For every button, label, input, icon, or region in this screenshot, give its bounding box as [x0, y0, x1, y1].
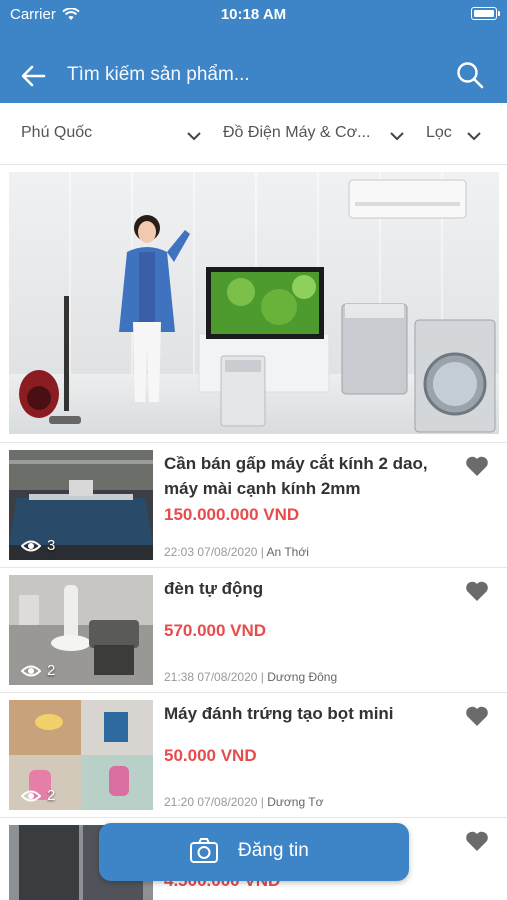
view-count: 2	[21, 662, 55, 679]
search-input[interactable]: Tìm kiếm sản phẩm...	[67, 64, 250, 86]
eye-icon	[21, 540, 41, 551]
list-item[interactable]: 2 đèn tự động 570.000 VND 21:38 07/08/20…	[0, 567, 507, 692]
category-filter[interactable]: Đồ Điện Máy & Cơ...	[223, 124, 370, 142]
promo-banner[interactable]	[9, 172, 499, 434]
view-count-value: 2	[47, 787, 56, 804]
listing-thumbnail[interactable]: 2	[9, 700, 153, 810]
listing-location: An Thới	[266, 545, 309, 559]
battery-icon	[471, 7, 500, 20]
eye-icon	[21, 665, 41, 676]
more-filter[interactable]: Lọc	[426, 124, 452, 142]
listing-title[interactable]: Cần bán gấp máy cắt kính 2 dao, máy mài …	[164, 451, 449, 501]
listing-price: 570.000 VND	[164, 621, 267, 640]
view-count-value: 3	[47, 537, 56, 554]
listing-location: Dương Đông	[267, 670, 338, 684]
search-icon[interactable]	[455, 60, 485, 90]
post-button-label: Đăng tin	[238, 840, 309, 861]
listing-meta: 22:03 07/08/2020 | An Thới	[164, 545, 309, 559]
list-item[interactable]: 3 Cần bán gấp máy cắt kính 2 dao, máy mà…	[0, 442, 507, 567]
post-listing-button[interactable]: Đăng tin	[99, 823, 409, 881]
listing-time: 22:03 07/08/2020	[164, 545, 258, 559]
app-header: Carrier 10:18 AM Tìm kiếm sản phẩm...	[0, 0, 507, 103]
eye-icon	[21, 790, 41, 801]
listing-time: 21:20 07/08/2020	[164, 795, 258, 809]
listing-title[interactable]: Máy đánh trứng tạo bọt mini	[164, 701, 449, 726]
listing-price: 150.000.000 VND	[164, 505, 300, 524]
list-item[interactable]: 2 Máy đánh trứng tạo bọt mini 50.000 VND…	[0, 692, 507, 817]
listing-price: 50.000 VND	[164, 746, 257, 765]
listing-thumbnail[interactable]: 3	[9, 450, 153, 560]
listing-meta: 21:20 07/08/2020 | Dương Tơ	[164, 795, 324, 809]
listing-time: 21:38 07/08/2020	[164, 670, 258, 684]
view-count: 3	[21, 537, 55, 554]
chevron-down-icon[interactable]	[390, 129, 404, 143]
chevron-down-icon[interactable]	[187, 129, 201, 143]
heart-icon[interactable]	[465, 830, 489, 852]
view-count-value: 2	[47, 662, 56, 679]
clock: 10:18 AM	[220, 6, 287, 23]
heart-icon[interactable]	[465, 455, 489, 477]
filter-bar: Phú Quốc Đồ Điện Máy & Cơ... Lọc	[0, 103, 507, 165]
heart-icon[interactable]	[465, 580, 489, 602]
listing-title[interactable]: đèn tự động	[164, 576, 449, 601]
listing-location: Dương Tơ	[267, 795, 324, 809]
chevron-down-icon[interactable]	[467, 129, 481, 143]
view-count: 2	[21, 787, 55, 804]
back-arrow-icon[interactable]	[18, 61, 48, 91]
status-bar: Carrier 10:18 AM	[0, 0, 507, 28]
camera-icon	[190, 838, 218, 863]
heart-icon[interactable]	[465, 705, 489, 727]
listing-thumbnail[interactable]: 2	[9, 575, 153, 685]
listing-meta: 21:38 07/08/2020 | Dương Đông	[164, 670, 338, 684]
banner-illustration	[19, 179, 496, 433]
location-filter[interactable]: Phú Quốc	[21, 124, 92, 142]
search-bar[interactable]: Tìm kiếm sản phẩm...	[0, 56, 507, 94]
